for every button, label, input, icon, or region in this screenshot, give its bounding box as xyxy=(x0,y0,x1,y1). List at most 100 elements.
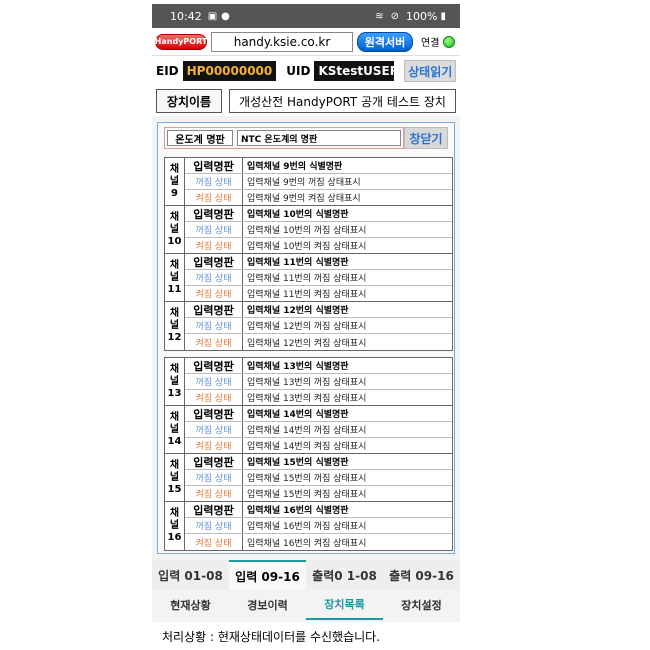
main-nav-tabs: 현재상황 경보이력 장치목록 장치설정 xyxy=(152,590,460,620)
channel-block: 채 널 11 입력명판 입력채널 11번의 식별명판 꺼짐 상태 입력채널 11번의 꺼… xyxy=(165,254,452,302)
input-name-label: 입력명판 xyxy=(185,206,243,221)
eid-label: EID xyxy=(156,64,179,78)
input-name-label: 입력명판 xyxy=(185,158,243,173)
battery-level: 100% xyxy=(406,9,438,23)
off-state-field[interactable]: 입력채널 12번의 꺼짐 상태표시 xyxy=(243,318,452,333)
input-name-label: 입력명판 xyxy=(185,406,243,421)
on-state-label: 켜짐 상태 xyxy=(185,534,243,550)
device-row: 장치이름 개성산전 HandyPORT 공개 테스트 장치 xyxy=(152,86,460,116)
channel-number: 채 널 12 xyxy=(165,302,185,350)
on-state-field[interactable]: 입력채널 13번의 켜짐 상태표시 xyxy=(243,390,452,405)
close-window-button[interactable]: 창닫기 xyxy=(404,127,448,149)
id-row: EID HP00000000 UID KStestUSER 상태읽기 xyxy=(152,56,460,86)
off-state-field[interactable]: 입력채널 15번의 꺼짐 상태표시 xyxy=(243,470,452,485)
channel-number: 채 널 15 xyxy=(165,454,185,501)
channel-number: 채 널 16 xyxy=(165,502,185,550)
channel-block: 채 널 13 입력명판 입력채널 13번의 식별명판 꺼짐 상태 입력채널 13번의 꺼… xyxy=(165,358,452,406)
on-state-field[interactable]: 입력채널 9번의 켜짐 상태표시 xyxy=(243,190,452,205)
on-state-field[interactable]: 입력채널 16번의 켜짐 상태표시 xyxy=(243,534,452,550)
off-state-field[interactable]: 입력채널 9번의 꺼짐 상태표시 xyxy=(243,174,452,189)
off-state-label: 꺼짐 상태 xyxy=(185,470,243,485)
eid-value: HP00000000 xyxy=(182,61,277,81)
off-state-field[interactable]: 입력채널 11번의 꺼짐 상태표시 xyxy=(243,270,452,285)
input-name-field[interactable]: 입력채널 11번의 식별명판 xyxy=(243,254,452,269)
input-name-field[interactable]: 입력채널 14번의 식별명판 xyxy=(243,406,452,421)
connection-label: 연결 xyxy=(421,38,440,49)
input-name-field[interactable]: 입력채널 13번의 식별명판 xyxy=(243,358,452,373)
off-state-label: 꺼짐 상태 xyxy=(185,374,243,389)
channel-group-9-12: 채널9 입력명판 입력채널 9번의 식별명판 꺼짐 상태 입력채널 9번의 꺼짐 상… xyxy=(164,157,453,351)
uid-value: KStestUSER xyxy=(314,61,399,81)
input-name-label: 입력명판 xyxy=(185,454,243,469)
input-name-field[interactable]: 입력채널 15번의 식별명판 xyxy=(243,454,452,469)
on-state-label: 켜짐 상태 xyxy=(185,389,243,405)
device-name-field[interactable]: 개성산전 HandyPORT 공개 테스트 장치 xyxy=(229,89,456,113)
gallery-icon: ▣ xyxy=(207,10,218,22)
thermometer-name-field[interactable]: NTC 온도계의 명판 xyxy=(237,130,401,146)
input-name-field[interactable]: 입력채널 10번의 식별명판 xyxy=(243,206,452,221)
channel-number: 채널9 xyxy=(165,158,185,205)
device-name-button[interactable]: 장치이름 xyxy=(156,89,222,113)
on-state-label: 켜짐 상태 xyxy=(185,485,243,501)
input-name-field[interactable]: 입력채널 9번의 식별명판 xyxy=(243,158,452,173)
off-state-label: 꺼짐 상태 xyxy=(185,518,243,533)
channel-block: 채 널 15 입력명판 입력채널 15번의 식별명판 꺼짐 상태 입력채널 15번의 꺼… xyxy=(165,454,452,502)
off-state-field[interactable]: 입력채널 14번의 꺼짐 상태표시 xyxy=(243,422,452,437)
connection-status-icon xyxy=(443,35,456,48)
on-state-label: 켜짐 상태 xyxy=(185,189,243,205)
handyport-logo-button[interactable]: HandyPORT xyxy=(155,33,207,50)
input-name-field[interactable]: 입력채널 12번의 식별명판 xyxy=(243,302,452,317)
channel-number: 채 널 13 xyxy=(165,358,185,405)
tab-output-01-08[interactable]: 출력0 1-08 xyxy=(306,560,383,590)
off-state-label: 꺼짐 상태 xyxy=(185,222,243,237)
channel-number: 채 널 10 xyxy=(165,206,185,253)
uid-label: UID xyxy=(286,64,311,78)
input-name-field[interactable]: 입력채널 16번의 식별명판 xyxy=(243,502,452,517)
on-state-field[interactable]: 입력채널 11번의 켜짐 상태표시 xyxy=(243,286,452,301)
tab-output-09-16[interactable]: 출력 09-16 xyxy=(383,560,460,590)
do-not-disturb-icon: ⊘ xyxy=(390,10,400,22)
remote-server-button[interactable]: 원격서버 xyxy=(357,31,413,52)
tab-current-status[interactable]: 현재상황 xyxy=(152,590,229,620)
off-state-field[interactable]: 입력채널 10번의 꺼짐 상태표시 xyxy=(243,222,452,237)
channel-block: 채 널 14 입력명판 입력채널 14번의 식별명판 꺼짐 상태 입력채널 14번의 꺼… xyxy=(165,406,452,454)
tab-input-01-08[interactable]: 입력 01-08 xyxy=(152,560,229,590)
tab-input-09-16[interactable]: 입력 09-16 xyxy=(229,560,306,590)
location-icon: ● xyxy=(221,10,230,22)
status-message: 처리상황 : 현재상태데이터를 수신했습니다. xyxy=(152,622,460,650)
channel-block: 채 널 16 입력명판 입력채널 16번의 식별명판 꺼짐 상태 입력채널 16번의 꺼… xyxy=(165,502,452,550)
battery-icon: ▮ xyxy=(440,10,446,22)
on-state-label: 켜짐 상태 xyxy=(185,437,243,453)
off-state-label: 꺼짐 상태 xyxy=(185,174,243,189)
system-status-bar: 10:42 ▣ ● ≋ ⊘ 100% ▮ xyxy=(152,4,460,28)
read-status-button[interactable]: 상태읽기 xyxy=(404,60,456,82)
input-name-label: 입력명판 xyxy=(185,502,243,517)
off-state-label: 꺼짐 상태 xyxy=(185,270,243,285)
channel-block: 채널9 입력명판 입력채널 9번의 식별명판 꺼짐 상태 입력채널 9번의 꺼짐 상… xyxy=(165,158,452,206)
server-url-field[interactable]: handy.ksie.co.kr xyxy=(211,31,353,52)
on-state-field[interactable]: 입력채널 10번의 켜짐 상태표시 xyxy=(243,238,452,253)
off-state-field[interactable]: 입력채널 16번의 꺼짐 상태표시 xyxy=(243,518,452,533)
off-state-field[interactable]: 입력채널 13번의 꺼짐 상태표시 xyxy=(243,374,452,389)
clock: 10:42 xyxy=(170,9,202,23)
on-state-field[interactable]: 입력채널 15번의 켜짐 상태표시 xyxy=(243,486,452,501)
on-state-field[interactable]: 입력채널 14번의 켜짐 상태표시 xyxy=(243,438,452,453)
phone-screen: 10:42 ▣ ● ≋ ⊘ 100% ▮ HandyPORT handy.ksi… xyxy=(152,4,460,650)
channel-block: 채 널 12 입력명판 입력채널 12번의 식별명판 꺼짐 상태 입력채널 12번의 꺼… xyxy=(165,302,452,350)
on-state-field[interactable]: 입력채널 12번의 켜짐 상태표시 xyxy=(243,334,452,350)
off-state-label: 꺼짐 상태 xyxy=(185,318,243,333)
channel-number: 채 널 11 xyxy=(165,254,185,301)
tab-device-settings[interactable]: 장치설정 xyxy=(383,590,460,620)
on-state-label: 켜짐 상태 xyxy=(185,237,243,253)
input-name-label: 입력명판 xyxy=(185,302,243,317)
input-name-label: 입력명판 xyxy=(185,254,243,269)
io-range-tabs: 입력 01-08 입력 09-16 출력0 1-08 출력 09-16 xyxy=(152,560,460,590)
tab-device-list[interactable]: 장치목록 xyxy=(306,590,383,620)
off-state-label: 꺼짐 상태 xyxy=(185,422,243,437)
input-channel-panel: 온도계 명판 NTC 온도계의 명판 창닫기 채널9 입력명판 입력채널 9번의 … xyxy=(157,122,455,554)
thermometer-label-button[interactable]: 온도계 명판 xyxy=(167,130,233,146)
channel-number: 채 널 14 xyxy=(165,406,185,453)
input-name-label: 입력명판 xyxy=(185,358,243,373)
channel-group-13-16: 채 널 13 입력명판 입력채널 13번의 식별명판 꺼짐 상태 입력채널 13번의 꺼… xyxy=(164,357,453,551)
tab-alarm-history[interactable]: 경보이력 xyxy=(229,590,306,620)
